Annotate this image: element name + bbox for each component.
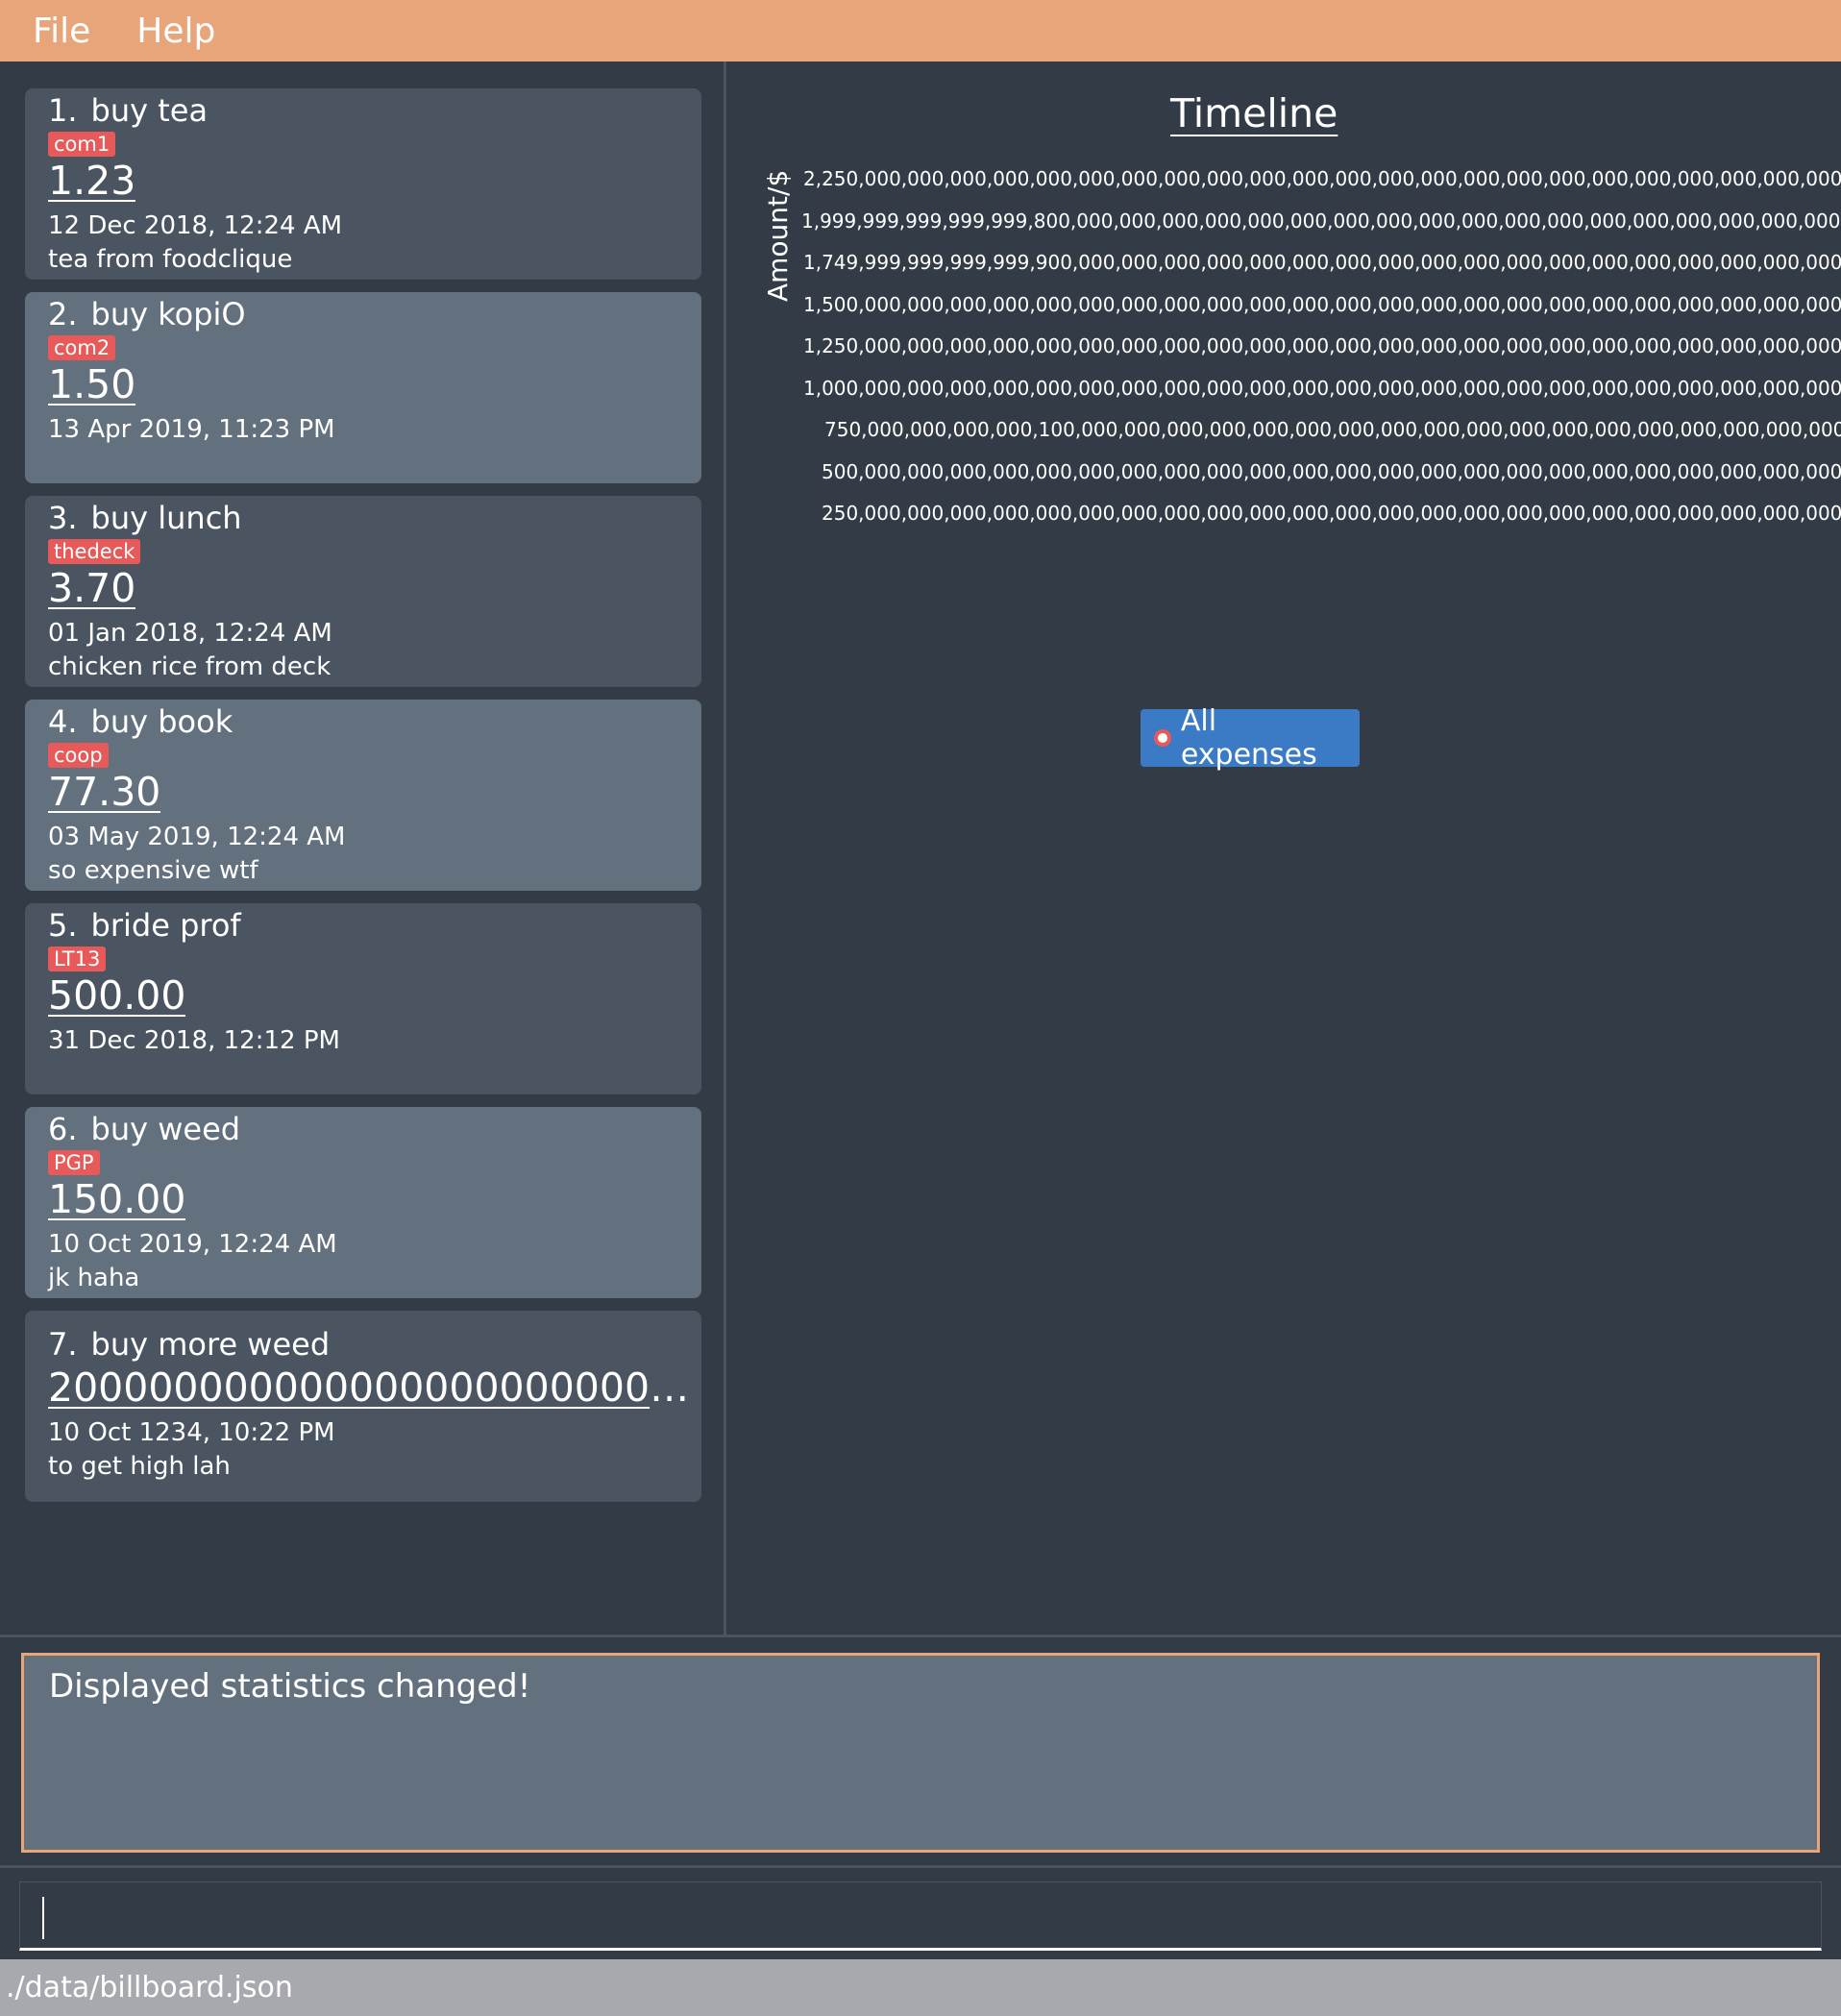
command-input[interactable] — [19, 1881, 1822, 1951]
expense-date: 03 May 2019, 12:24 AM — [48, 823, 346, 851]
expense-amount: 2000000000000000000000000... — [48, 1364, 690, 1411]
expense-index: 5. — [48, 907, 78, 944]
chart-ylabel: Amount/$ — [762, 169, 794, 302]
expense-amount: 77.30 — [48, 769, 161, 815]
expense-card[interactable]: 1. buy tea com1 1.23 12 Dec 2018, 12:24 A… — [25, 88, 701, 280]
expense-amount: 150.00 — [48, 1176, 186, 1222]
expense-list-panel[interactable]: 1. buy tea com1 1.23 12 Dec 2018, 12:24 A… — [0, 61, 726, 1635]
status-bar: ./data/billboard.json — [0, 1959, 1841, 2016]
y-tick-label: 500,000,000,000,000,000,000,000,000,000,… — [822, 460, 1841, 483]
expense-title: 3. buy lunch — [48, 500, 242, 536]
legend-label: All expenses — [1180, 704, 1317, 772]
expense-title: 7. buy more weed — [48, 1326, 330, 1363]
expense-date: 12 Dec 2018, 12:24 AM — [48, 211, 343, 240]
expense-tag: PGP — [48, 1150, 100, 1175]
expense-title: 5. bride prof — [48, 907, 241, 944]
expense-name: buy kopiO — [90, 296, 246, 332]
expense-name: buy lunch — [90, 500, 242, 536]
expense-title: 6. buy weed — [48, 1111, 240, 1147]
y-tick-label: 1,250,000,000,000,000,000,000,000,000,00… — [803, 334, 1841, 357]
expense-name: buy weed — [90, 1111, 241, 1147]
expense-tag: com2 — [48, 335, 116, 360]
expense-card[interactable]: 5. bride prof LT13 500.00 31 Dec 2018, 12… — [25, 903, 701, 1094]
expense-title: 1. buy tea — [48, 92, 208, 129]
save-location: ./data/billboard.json — [6, 1971, 293, 2004]
expense-title: 2. buy kopiO — [48, 296, 246, 332]
y-tick-label: 1,999,999,999,999,999,800,000,000,000,00… — [801, 209, 1841, 233]
expense-tag: com1 — [48, 132, 116, 157]
expense-tag: thedeck — [48, 539, 141, 564]
menu-help[interactable]: Help — [136, 12, 215, 51]
chart-title: Timeline — [1170, 90, 1338, 136]
expense-name: buy more weed — [90, 1326, 331, 1363]
expense-index: 4. — [48, 703, 78, 740]
expense-title: 4. buy book — [48, 703, 233, 740]
expense-card[interactable]: 4. buy book coop 77.30 03 May 2019, 12:24… — [25, 700, 701, 891]
y-tick-label: 750,000,000,000,000,100,000,000,000,000,… — [824, 418, 1841, 441]
statistics-panel: Timeline Amount/$ 2,250,000,000,000,000,… — [729, 61, 1841, 1635]
expense-date: 10 Oct 2019, 12:24 AM — [48, 1230, 337, 1259]
expense-date: 10 Oct 1234, 10:22 PM — [48, 1418, 335, 1447]
result-message: Displayed statistics changed! — [49, 1667, 531, 1706]
y-tick-label: 1,749,999,999,999,999,900,000,000,000,00… — [803, 251, 1841, 274]
expense-amount: 500.00 — [48, 972, 186, 1019]
expense-index: 6. — [48, 1111, 78, 1147]
expense-description: to get high lah — [48, 1452, 231, 1481]
y-tick-label: 250,000,000,000,000,000,000,000,000,000,… — [822, 502, 1841, 525]
expense-date: 01 Jan 2018, 12:24 AM — [48, 619, 332, 648]
command-area — [0, 1865, 1841, 1959]
expense-date: 13 Apr 2019, 11:23 PM — [48, 415, 335, 444]
menu-bar: File Help — [0, 0, 1841, 61]
expense-name: bride prof — [90, 907, 241, 944]
expense-description: tea from foodclique — [48, 245, 293, 274]
expense-tag: coop — [48, 743, 109, 768]
expense-index: 1. — [48, 92, 78, 129]
expense-card[interactable]: 3. buy lunch thedeck 3.70 01 Jan 2018, 12… — [25, 496, 701, 687]
expense-description: chicken rice from deck — [48, 652, 331, 681]
result-display: Displayed statistics changed! — [21, 1653, 1820, 1853]
menu-file[interactable]: File — [33, 12, 90, 51]
result-display-area: Displayed statistics changed! — [0, 1635, 1841, 1865]
expense-description: so expensive wtf — [48, 856, 258, 885]
legend-dot-icon — [1154, 729, 1171, 747]
expense-name: buy book — [90, 703, 233, 740]
expense-index: 2. — [48, 296, 78, 332]
expense-card[interactable]: 6. buy weed PGP 150.00 10 Oct 2019, 12:24… — [25, 1107, 701, 1298]
expense-date: 31 Dec 2018, 12:12 PM — [48, 1026, 340, 1055]
expense-index: 7. — [48, 1326, 78, 1363]
expense-description: jk haha — [48, 1264, 140, 1292]
expense-amount: 1.23 — [48, 158, 136, 204]
text-caret — [42, 1897, 44, 1939]
y-tick-label: 2,250,000,000,000,000,000,000,000,000,00… — [803, 167, 1841, 190]
expense-amount: 1.50 — [48, 361, 136, 407]
expense-amount: 3.70 — [48, 565, 136, 611]
expense-index: 3. — [48, 500, 78, 536]
expense-card[interactable]: 2. buy kopiO com2 1.50 13 Apr 2019, 11:23… — [25, 292, 701, 483]
expense-tag: LT13 — [48, 947, 107, 971]
expense-name: buy tea — [90, 92, 209, 129]
y-tick-label: 1,000,000,000,000,000,000,000,000,000,00… — [803, 377, 1841, 400]
expense-card[interactable]: 7. buy more weed 200000000000000000000000… — [25, 1311, 701, 1502]
y-tick-label: 1,500,000,000,000,000,000,000,000,000,00… — [803, 293, 1841, 316]
legend-all-expenses[interactable]: All expenses — [1141, 704, 1360, 772]
